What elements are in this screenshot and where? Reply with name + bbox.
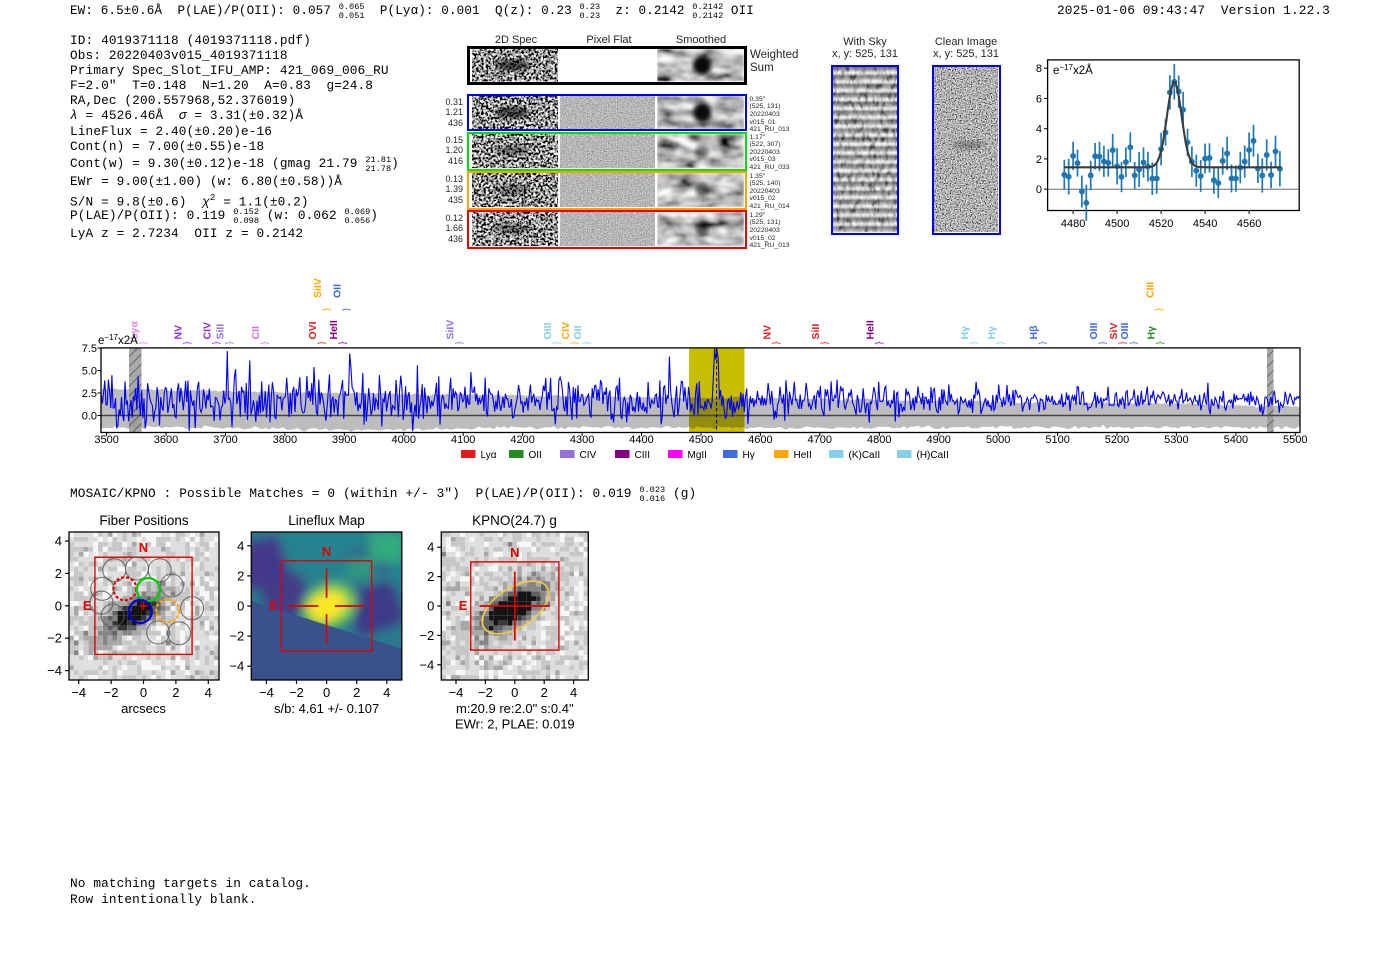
svg-text:{: { [1119, 342, 1129, 345]
svg-text:HeII: HeII [794, 450, 812, 461]
svg-text:{: { [212, 342, 222, 345]
svg-text:OII: OII [572, 325, 584, 339]
svg-text:Hγ: Hγ [959, 326, 971, 340]
svg-text:Hγ: Hγ [1146, 326, 1158, 340]
svg-text:{: { [553, 342, 563, 345]
svg-text:0: 0 [511, 685, 518, 700]
svg-text:CIII: CIII [1145, 282, 1157, 298]
svg-text:0.0: 0.0 [82, 411, 97, 423]
svg-text:{: { [997, 342, 1007, 345]
svg-text:Lyα: Lyα [481, 450, 497, 461]
svg-text:CIV: CIV [580, 450, 597, 461]
svg-text:0: 0 [427, 599, 434, 614]
svg-text:E: E [269, 598, 278, 613]
svg-text:−4: −4 [71, 685, 86, 700]
svg-text:Hγ: Hγ [986, 326, 998, 340]
svg-text:{: { [139, 342, 149, 345]
svg-text:2: 2 [541, 685, 548, 700]
svg-text:7.5: 7.5 [82, 343, 97, 355]
svg-text:{: { [1130, 342, 1140, 345]
svg-text:2: 2 [353, 685, 360, 700]
svg-text:MgII: MgII [688, 450, 707, 461]
svg-text:5.0: 5.0 [82, 366, 97, 378]
svg-text:{: { [455, 342, 465, 345]
svg-text:{: { [1099, 342, 1109, 345]
svg-text:s/b: 4.61 +/- 0.107: s/b: 4.61 +/- 0.107 [274, 701, 379, 716]
svg-text:0: 0 [237, 599, 244, 614]
svg-text:−4: −4 [47, 663, 62, 678]
svg-text:arcsecs: arcsecs [121, 701, 166, 716]
svg-text:E: E [459, 598, 468, 613]
svg-text:{: { [875, 342, 885, 345]
svg-text:0: 0 [323, 685, 330, 700]
svg-text:HeII: HeII [864, 320, 876, 339]
svg-text:−2: −2 [104, 685, 119, 700]
svg-text:m:20.9 re:2.0" s:0.4": m:20.9 re:2.0" s:0.4" [456, 701, 574, 716]
svg-text:{: { [772, 342, 782, 345]
svg-text:SiII: SiII [810, 324, 822, 340]
svg-text:2: 2 [55, 566, 62, 581]
svg-text:N: N [510, 545, 519, 560]
svg-text:{: { [342, 308, 352, 311]
svg-text:N: N [139, 540, 148, 555]
svg-text:{: { [338, 342, 348, 345]
svg-text:NV: NV [172, 325, 184, 340]
svg-text:{: { [970, 342, 980, 345]
svg-text:−4: −4 [449, 685, 464, 700]
svg-text:CII: CII [250, 326, 262, 340]
svg-text:4: 4 [55, 534, 62, 549]
svg-text:{: { [821, 342, 831, 345]
svg-text:−4: −4 [259, 685, 274, 700]
svg-text:OIII: OIII [1119, 322, 1131, 339]
svg-text:{: { [183, 342, 193, 345]
svg-text:NV: NV [762, 325, 774, 340]
svg-text:CIV: CIV [560, 322, 572, 340]
svg-text:{: { [583, 342, 593, 345]
svg-text:−2: −2 [229, 629, 244, 644]
svg-text:−4: −4 [419, 657, 434, 672]
svg-text:{: { [1039, 342, 1049, 345]
svg-text:SiII: SiII [215, 324, 227, 340]
svg-text:4: 4 [205, 685, 212, 700]
svg-text:−4: −4 [229, 659, 244, 674]
svg-text:2.5: 2.5 [82, 388, 97, 400]
svg-text:(K)CaII: (K)CaII [849, 450, 881, 461]
svg-text:{: { [225, 342, 235, 345]
svg-text:{: { [1155, 308, 1165, 311]
svg-text:OIII: OIII [1088, 322, 1100, 339]
svg-text:4: 4 [237, 538, 244, 553]
svg-text:−2: −2 [289, 685, 304, 700]
svg-text:{: { [1156, 342, 1166, 345]
svg-text:Hβ: Hβ [1028, 325, 1040, 340]
svg-text:SiIV: SiIV [312, 278, 324, 298]
svg-text:4: 4 [427, 540, 434, 555]
svg-text:0: 0 [140, 685, 147, 700]
svg-text:{: { [571, 342, 581, 345]
svg-text:HeII: HeII [328, 320, 340, 339]
svg-text:2: 2 [172, 685, 179, 700]
svg-text:4: 4 [383, 685, 390, 700]
svg-text:OVI: OVI [307, 321, 319, 339]
svg-text:2: 2 [427, 569, 434, 584]
svg-text:4: 4 [570, 685, 577, 700]
svg-text:N: N [322, 544, 331, 559]
svg-text:e−17x2Å: e−17x2Å [98, 333, 138, 348]
svg-text:2: 2 [237, 568, 244, 583]
svg-text:{: { [261, 342, 271, 345]
svg-text:Hγ: Hγ [743, 450, 755, 461]
svg-text:OII: OII [331, 284, 343, 298]
svg-text:−2: −2 [47, 631, 62, 646]
svg-text:EWr: 2, PLAE: 0.019: EWr: 2, PLAE: 0.019 [455, 717, 575, 732]
svg-text:OIII: OIII [542, 322, 554, 339]
svg-text:CIII: CIII [635, 450, 651, 461]
svg-text:−2: −2 [478, 685, 493, 700]
svg-text:{: { [322, 308, 332, 311]
svg-text:(H)CaII: (H)CaII [917, 450, 949, 461]
svg-text:−2: −2 [419, 628, 434, 643]
svg-text:CIV: CIV [202, 322, 214, 340]
svg-text:0: 0 [55, 598, 62, 613]
svg-text:{: { [318, 342, 328, 345]
svg-text:OII: OII [529, 450, 542, 461]
svg-text:SiIV: SiIV [444, 320, 456, 340]
